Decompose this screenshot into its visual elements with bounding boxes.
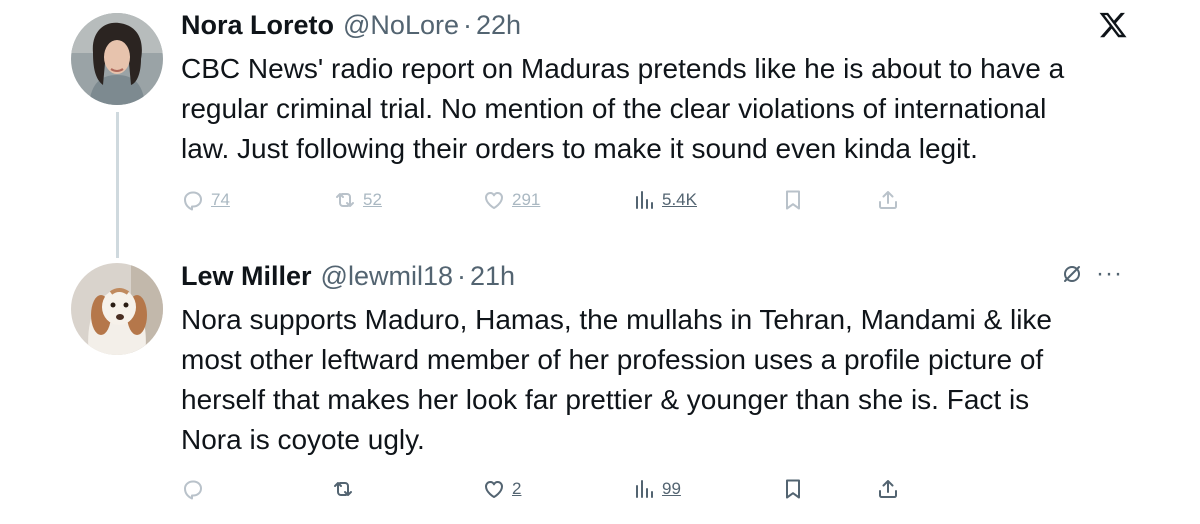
repost-icon bbox=[334, 482, 352, 496]
tweet-menu-area: ··· bbox=[1060, 262, 1123, 286]
reply-button[interactable] bbox=[181, 474, 211, 504]
reply-icon bbox=[184, 480, 202, 500]
separator: · bbox=[456, 261, 466, 291]
share-icon bbox=[879, 480, 897, 498]
timestamp[interactable]: 21h bbox=[470, 260, 515, 292]
bookmark-button[interactable] bbox=[781, 474, 805, 504]
like-count: 2 bbox=[512, 479, 522, 498]
like-button[interactable]: 2 bbox=[482, 474, 521, 504]
heart-icon bbox=[485, 481, 503, 498]
views-count: 99 bbox=[662, 479, 681, 498]
bookmark-icon bbox=[786, 479, 800, 499]
tweet-lew: Lew Miller @lewmil18 · 21h ··· Nora supp… bbox=[0, 0, 1200, 524]
more-icon[interactable]: ··· bbox=[1096, 262, 1123, 286]
avatar-lew[interactable] bbox=[71, 263, 163, 355]
user-handle[interactable]: @lewmil18 bbox=[321, 260, 453, 292]
slashed-circle-icon[interactable] bbox=[1060, 262, 1084, 286]
display-name[interactable]: Lew Miller bbox=[181, 260, 312, 292]
views-icon bbox=[636, 480, 653, 498]
views-button[interactable]: 99 bbox=[632, 474, 681, 504]
tweet-text: Nora supports Maduro, Hamas, the mullahs… bbox=[181, 304, 1052, 455]
repost-button[interactable] bbox=[331, 474, 361, 504]
tweet-header: Lew Miller @lewmil18 · 21h bbox=[181, 260, 515, 292]
share-button[interactable] bbox=[876, 474, 900, 504]
